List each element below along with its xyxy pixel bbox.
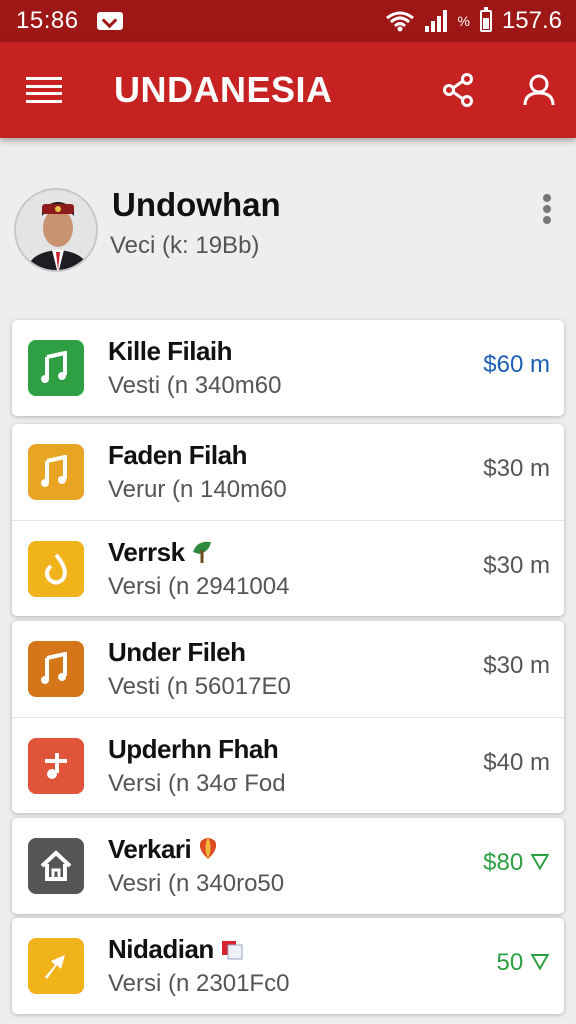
list-item[interactable]: Nidadian Versi (n 2301Fc0 50 ⛛ [12,918,564,1014]
percent-label: % [457,13,470,29]
item-title: Nidadian [108,934,244,968]
mail-icon [96,12,123,30]
profile-name: Undowhan [112,186,281,223]
status-right-group: % 157.6 [385,7,562,35]
battery-icon [479,7,492,32]
wifi-icon [386,11,415,32]
item-card: Nidadian Versi (n 2301Fc0 50 ⛛ [12,918,564,1014]
item-title: Upderhn Fhah [108,734,279,764]
list-item[interactable]: Verrsk Versi (n 2941004 $30 m [12,520,564,616]
list-item[interactable]: Upderhn Fhah Versi (n 34σ Fod $40 m [12,717,564,813]
item-subtitle: Vesti (n 340m60 [108,372,282,399]
item-title: Verrsk [108,537,215,571]
leaf-emoji [189,538,215,571]
item-price: 50 ⛛ [496,949,550,976]
item-card: Faden Filah Verur (n 140m60 $30 m Verrsk… [12,424,564,616]
home-icon [28,838,84,894]
item-title: Under Fileh [108,637,246,667]
status-time: 15:86 [16,7,79,34]
item-card: Kille Filaih Vesti (n 340m60 $60 m [12,320,564,416]
app-bar: UNDANESIA [0,42,576,138]
signal-icon [425,10,448,32]
battery-level: 157.6 [501,7,562,34]
list-item[interactable]: Faden Filah Verur (n 140m60 $30 m [12,424,564,520]
menu-icon[interactable] [26,75,62,105]
status-bar: 15:86 % 157.6 [0,0,576,42]
list-item[interactable]: Kille Filaih Vesti (n 340m60 $60 m [12,320,564,416]
share-icon[interactable] [442,73,474,107]
item-title: Verkari [108,834,221,868]
item-subtitle: Vesti (n 56017E0 [108,673,291,700]
item-card: Verkari Vesri (n 340ro50 $80 ⛛ [12,818,564,914]
item-price: $30 m [483,552,550,579]
item-price: $80 ⛛ [483,849,550,876]
item-title: Kille Filaih [108,336,233,366]
music-note-icon [28,738,84,794]
item-subtitle: Verur (n 140m60 [108,476,287,503]
music-note-icon [28,641,84,697]
item-price: $60 m [483,351,550,378]
item-title: Faden Filah [108,440,247,470]
item-subtitle: Versi (n 2941004 [108,573,290,600]
flame-icon [28,541,84,597]
music-note-icon [28,444,84,500]
flag-emoji [218,935,244,968]
more-vert-icon[interactable] [542,194,552,224]
app-bar-actions [442,73,556,107]
item-subtitle: Vesri (n 340ro50 [108,870,285,897]
plane-icon [28,938,84,994]
item-price: $30 m [483,455,550,482]
app-title: UNDANESIA [114,69,333,110]
profile-subtitle: Veci (k: 19Bb) [110,232,260,259]
item-price: $40 m [483,749,550,776]
account-icon[interactable] [522,73,556,107]
item-subtitle: Versi (n 34σ Fod [108,770,286,797]
list-item[interactable]: Under Fileh Vesti (n 56017E0 $30 m [12,621,564,717]
item-card: Under Fileh Vesti (n 56017E0 $30 m Upder… [12,621,564,813]
item-price: $30 m [483,652,550,679]
item-subtitle: Versi (n 2301Fc0 [108,970,290,997]
list-item[interactable]: Verkari Vesri (n 340ro50 $80 ⛛ [12,818,564,914]
avatar[interactable] [14,188,98,272]
profile-header: Undowhan Veci (k: 19Bb) [0,172,576,282]
balloon-emoji [195,835,221,868]
music-note-icon [28,340,84,396]
